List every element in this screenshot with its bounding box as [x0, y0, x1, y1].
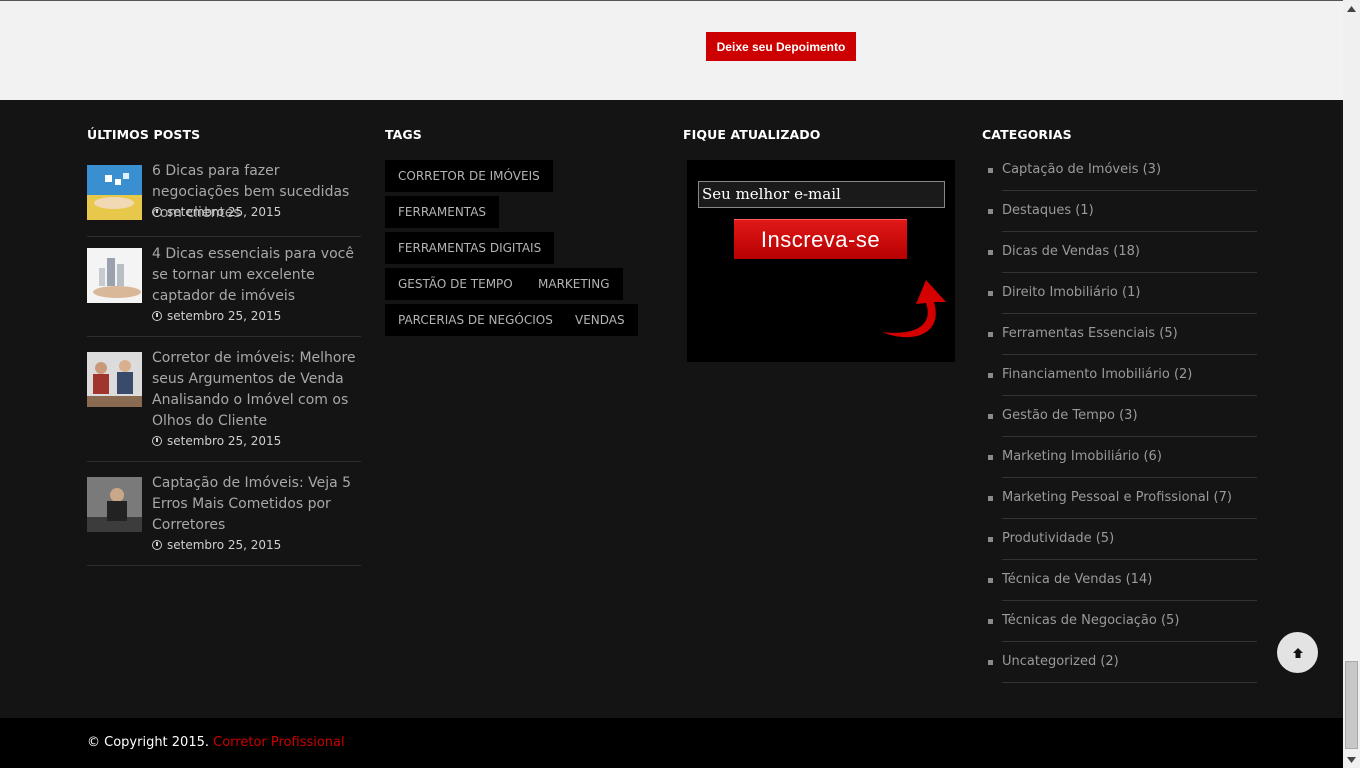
- category-item[interactable]: Marketing Pessoal e Profissional (7): [1002, 478, 1257, 519]
- bullet-icon: [988, 168, 993, 173]
- bottom-bar: © Copyright 2015. Corretor Profissional: [0, 718, 1343, 768]
- category-item[interactable]: Financiamento Imobiliário (2): [1002, 355, 1257, 396]
- category-item[interactable]: Destaques (1): [1002, 191, 1257, 232]
- category-item[interactable]: Uncategorized (2): [1002, 642, 1257, 683]
- bullet-icon: [988, 578, 993, 583]
- site-link[interactable]: Corretor Profissional: [213, 735, 344, 750]
- newsletter-box: Seu melhor e-mail Inscreva-se: [687, 160, 955, 362]
- post-title[interactable]: Corretor de imóveis: Melhore seus Argume…: [152, 348, 364, 432]
- clock-icon: [152, 436, 162, 446]
- scroll-down-arrow[interactable]: [1343, 751, 1360, 768]
- categories-title: CATEGORIAS: [982, 127, 1072, 142]
- bullet-icon: [988, 291, 993, 296]
- tag-marketing[interactable]: MARKETING: [525, 268, 623, 300]
- bullet-icon: [988, 414, 993, 419]
- category-item[interactable]: Ferramentas Essenciais (5): [1002, 314, 1257, 355]
- bullet-icon: [988, 496, 993, 501]
- tag-vendas[interactable]: VENDAS: [562, 304, 638, 336]
- scroll-up-arrow[interactable]: [1343, 0, 1360, 17]
- category-item[interactable]: Técnica de Vendas (14): [1002, 560, 1257, 601]
- depoimento-button[interactable]: Deixe seu Depoimento: [706, 32, 856, 61]
- clock-icon: [152, 540, 162, 550]
- post-title[interactable]: 4 Dicas essenciais para você se tornar u…: [152, 244, 364, 307]
- category-item[interactable]: Dicas de Vendas (18): [1002, 232, 1257, 273]
- bullet-icon: [988, 373, 993, 378]
- category-item[interactable]: Captação de Imóveis (3): [1002, 150, 1257, 191]
- newsletter-title: FIQUE ATUALIZADO: [683, 127, 821, 142]
- post-thumbnail[interactable]: [87, 352, 142, 407]
- bullet-icon: [988, 250, 993, 255]
- bullet-icon: [988, 332, 993, 337]
- post-thumbnail[interactable]: [87, 165, 142, 220]
- category-item[interactable]: Marketing Imobiliário (6): [1002, 437, 1257, 478]
- top-band: Deixe seu Depoimento: [0, 0, 1343, 100]
- subscribe-button[interactable]: Inscreva-se: [734, 219, 907, 259]
- category-item[interactable]: Gestão de Tempo (3): [1002, 396, 1257, 437]
- post-date: setembro 25, 2015: [152, 309, 281, 323]
- post-item[interactable]: Captação de Imóveis: Veja 5 Erros Mais C…: [87, 473, 361, 566]
- post-title[interactable]: Captação de Imóveis: Veja 5 Erros Mais C…: [152, 473, 364, 536]
- post-item[interactable]: 6 Dicas para fazer negociações bem suced…: [87, 161, 361, 237]
- posts-title: ÚLTIMOS POSTS: [87, 127, 201, 142]
- arrow-up-icon: [1292, 647, 1303, 658]
- tag-parcerias-de-negocios[interactable]: PARCERIAS DE NEGÓCIOS: [385, 304, 566, 336]
- bullet-icon: [988, 537, 993, 542]
- clock-icon: [152, 207, 162, 217]
- post-date: setembro 25, 2015: [152, 205, 281, 219]
- category-item[interactable]: Produtividade (5): [1002, 519, 1257, 560]
- post-thumbnail[interactable]: [87, 248, 142, 303]
- bullet-icon: [988, 209, 993, 214]
- category-item[interactable]: Técnicas de Negociação (5): [1002, 601, 1257, 642]
- post-date: setembro 25, 2015: [152, 538, 281, 552]
- tag-gestao-de-tempo[interactable]: GESTÃO DE TEMPO: [385, 268, 526, 300]
- post-item[interactable]: 4 Dicas essenciais para você se tornar u…: [87, 244, 361, 337]
- post-thumbnail[interactable]: [87, 477, 142, 532]
- tags-title: TAGS: [385, 127, 422, 142]
- category-item[interactable]: Direito Imobiliário (1): [1002, 273, 1257, 314]
- scroll-thumb[interactable]: [1345, 661, 1358, 749]
- bullet-icon: [988, 455, 993, 460]
- post-date: setembro 25, 2015: [152, 434, 281, 448]
- back-to-top-button[interactable]: [1277, 632, 1318, 673]
- tag-corretor-de-imoveis[interactable]: CORRETOR DE IMÓVEIS: [385, 160, 553, 192]
- clock-icon: [152, 311, 162, 321]
- bullet-icon: [988, 619, 993, 624]
- bullet-icon: [988, 660, 993, 665]
- footer: ÚLTIMOS POSTS TAGS FIQUE ATUALIZADO CATE…: [0, 100, 1343, 718]
- copyright: © Copyright 2015. Corretor Profissional: [87, 735, 345, 750]
- email-input[interactable]: Seu melhor e-mail: [698, 181, 945, 208]
- scrollbar[interactable]: [1343, 0, 1360, 768]
- tag-ferramentas[interactable]: FERRAMENTAS: [385, 196, 500, 228]
- post-item[interactable]: Corretor de imóveis: Melhore seus Argume…: [87, 348, 361, 462]
- curved-arrow-icon: [882, 280, 946, 338]
- tag-ferramentas-digitais[interactable]: FERRAMENTAS DIGITAIS: [385, 232, 555, 264]
